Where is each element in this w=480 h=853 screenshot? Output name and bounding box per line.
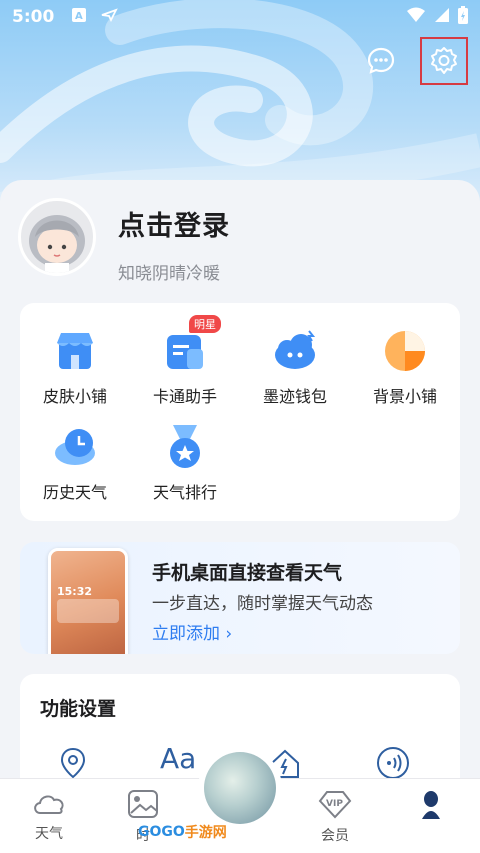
promo-title: 手机桌面直接查看天气 xyxy=(152,562,343,584)
cloud-icon xyxy=(34,795,64,814)
watermark-logo: GOGO 手游网 xyxy=(138,822,227,842)
wallet-cloud-icon xyxy=(271,327,319,375)
widget-promo-card[interactable]: 15:32 手机桌面直接查看天气 一步直达，随时掌握天气动态 立即添加 › xyxy=(20,542,460,654)
phone-preview-image: 15:32 xyxy=(48,548,128,654)
service-label: 历史天气 xyxy=(42,483,107,502)
nav-label: 会员 xyxy=(321,828,349,844)
service-history-weather[interactable]: 历史天气 xyxy=(20,423,130,503)
service-label: 卡通助手 xyxy=(152,387,217,406)
nav-vip[interactable]: VIP 会员 xyxy=(300,789,370,845)
add-widget-link[interactable]: 立即添加 › xyxy=(152,619,232,644)
svg-text:VIP: VIP xyxy=(326,799,343,809)
history-cloud-icon xyxy=(51,423,99,471)
service-weather-ranking[interactable]: 天气排行 xyxy=(130,423,240,503)
avatar[interactable] xyxy=(18,198,96,276)
nav-profile[interactable] xyxy=(396,789,466,827)
watermark-main: GOGO xyxy=(138,824,185,840)
function-settings-title: 功能设置 xyxy=(40,698,117,720)
service-label: 背景小铺 xyxy=(372,387,437,406)
location-arrow-icon xyxy=(100,8,119,26)
nav-label: 天气 xyxy=(35,826,63,842)
settings-button[interactable] xyxy=(420,37,468,85)
font-size-icon[interactable]: Aa xyxy=(160,742,196,775)
photo-icon xyxy=(128,790,158,818)
profile-motto: 知晓阴晴冷暖 xyxy=(118,264,220,284)
service-background-shop[interactable]: 背景小铺 xyxy=(350,327,460,407)
vip-diamond-icon: VIP xyxy=(318,791,352,819)
service-cartoon-assistant[interactable]: 明星 卡通助手 xyxy=(130,315,240,407)
center-weather-orb[interactable] xyxy=(198,746,282,830)
message-button[interactable] xyxy=(360,40,402,82)
sky-orb-image xyxy=(204,752,276,824)
star-badge: 明星 xyxy=(189,315,221,333)
status-bar: 5:00 A xyxy=(0,0,480,34)
app-a-icon: A xyxy=(72,8,87,26)
shop-icon xyxy=(51,327,99,375)
promo-subtitle: 一步直达，随时掌握天气动态 xyxy=(152,594,373,614)
login-link[interactable]: 点击登录 xyxy=(118,204,230,243)
phone-preview-time: 15:32 xyxy=(57,585,93,598)
service-label: 天气排行 xyxy=(152,483,217,502)
services-grid: 皮肤小铺 明星 卡通助手 墨迹钱包 背景小铺 历史天气 天气排行 xyxy=(20,303,460,521)
profile-icon-active xyxy=(422,791,440,819)
header-actions xyxy=(360,37,468,85)
nav-weather[interactable]: 天气 xyxy=(14,789,84,843)
battery-icon xyxy=(458,5,468,29)
status-time: 5:00 xyxy=(12,7,55,27)
service-wallet[interactable]: 墨迹钱包 xyxy=(240,327,350,407)
svg-text:A: A xyxy=(75,11,83,22)
gear-icon xyxy=(431,47,457,74)
signal-icon xyxy=(434,7,450,28)
wifi-icon xyxy=(406,7,426,28)
assistant-card-icon: 明星 xyxy=(161,315,221,375)
service-label: 墨迹钱包 xyxy=(262,387,327,406)
ranking-medal-icon xyxy=(161,423,209,471)
background-pie-icon xyxy=(381,327,429,375)
chat-bubble-icon xyxy=(367,47,395,74)
watermark-sub: 手游网 xyxy=(184,825,227,841)
service-label: 皮肤小铺 xyxy=(42,387,107,406)
profile-section[interactable]: 点击登录 知晓阴晴冷暖 xyxy=(18,198,230,284)
service-skin-shop[interactable]: 皮肤小铺 xyxy=(20,327,130,407)
